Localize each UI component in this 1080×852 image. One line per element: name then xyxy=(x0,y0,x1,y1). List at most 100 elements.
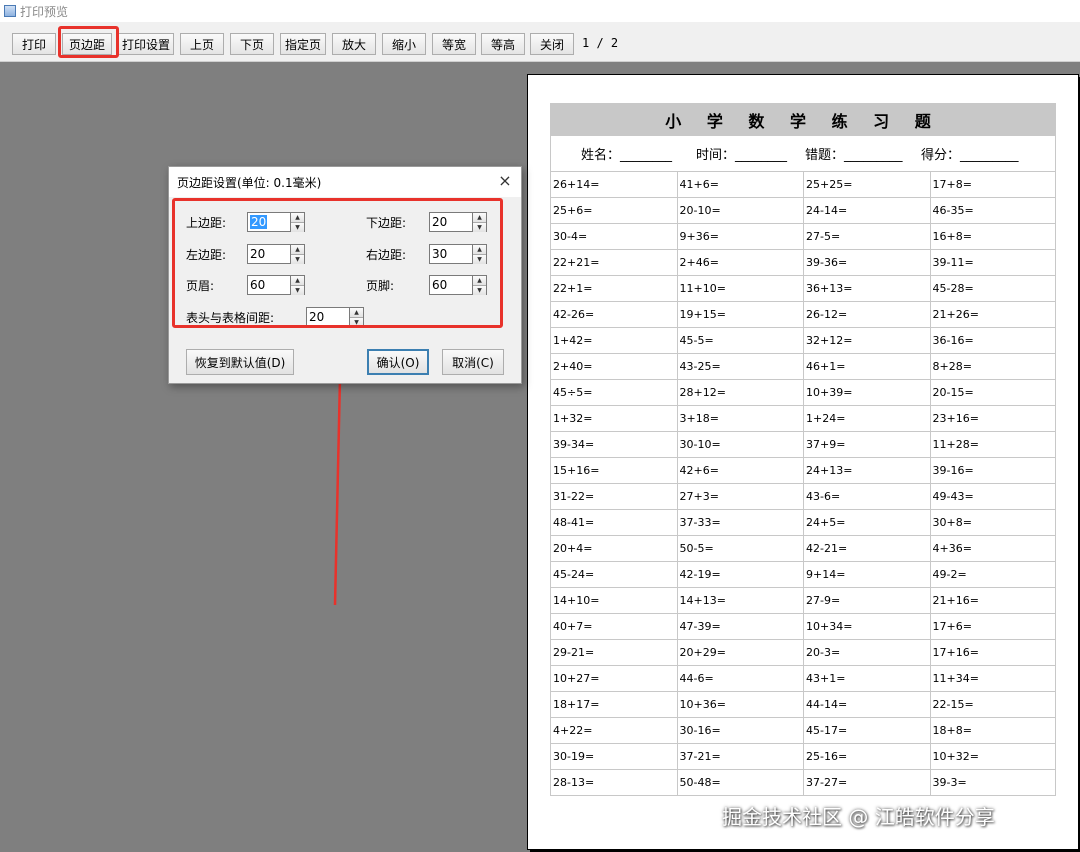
worksheet-row: 42-26= 19+15= 26-12= 21+26= xyxy=(550,302,1056,328)
worksheet-problem: 30-16= xyxy=(676,718,804,743)
goto-page-button[interactable]: 指定页 xyxy=(280,33,326,55)
worksheet-problem: 3+18= xyxy=(676,406,804,431)
worksheet-problem: 44-14= xyxy=(803,692,930,717)
worksheet-problem: 18+8= xyxy=(929,718,1056,743)
worksheet-info-row: 姓名：________ 时间：________ 错题：_________ 得分：… xyxy=(550,136,1056,171)
zoom-out-button[interactable]: 缩小 xyxy=(382,33,426,55)
worksheet-problem: 10+27= xyxy=(550,666,677,691)
worksheet-problem: 32+12= xyxy=(803,328,930,353)
worksheet-problem: 20-10= xyxy=(676,198,804,223)
worksheet-problem: 21+26= xyxy=(929,302,1056,327)
worksheet-problem: 30-4= xyxy=(550,224,677,249)
worksheet-row: 15+16= 42+6= 24+13= 39-16= xyxy=(550,458,1056,484)
worksheet-problem: 39-34= xyxy=(550,432,677,457)
worksheet-problem: 17+16= xyxy=(929,640,1056,665)
toolbar: 打印 页边距 打印设置 上页 下页 指定页 放大 缩小 等宽 等高 关闭 1 /… xyxy=(0,22,1080,62)
worksheet-problem: 19+15= xyxy=(676,302,804,327)
worksheet-problem: 30-10= xyxy=(676,432,804,457)
zoom-in-button[interactable]: 放大 xyxy=(332,33,376,55)
worksheet-row: 45÷5= 28+12= 10+39= 20-15= xyxy=(550,380,1056,406)
worksheet-problem: 1+42= xyxy=(550,328,677,353)
dialog-titlebar: 页边距设置(单位: 0.1毫米) × xyxy=(169,167,521,197)
worksheet-row: 18+17= 10+36= 44-14= 22-15= xyxy=(550,692,1056,718)
worksheet-problem: 37-27= xyxy=(803,770,930,795)
worksheet-problem: 10+32= xyxy=(929,744,1056,769)
close-icon[interactable]: × xyxy=(497,173,513,189)
worksheet-problem: 11+28= xyxy=(929,432,1056,457)
worksheet-problem: 9+14= xyxy=(803,562,930,587)
watermark-text: 掘金技术社区 @ 江皓软件分享 xyxy=(722,805,995,829)
worksheet-problem: 45-5= xyxy=(676,328,804,353)
worksheet-row: 31-22= 27+3= 43-6= 49-43= xyxy=(550,484,1056,510)
worksheet-problem: 50-48= xyxy=(676,770,804,795)
worksheet-problem: 46-35= xyxy=(929,198,1056,223)
worksheet-problem: 42-21= xyxy=(803,536,930,561)
worksheet-problem: 20-15= xyxy=(929,380,1056,405)
worksheet-problem: 45-28= xyxy=(929,276,1056,301)
worksheet-problem: 21+16= xyxy=(929,588,1056,613)
worksheet-row: 20+4= 50-5= 42-21= 4+36= xyxy=(550,536,1056,562)
worksheet-problem: 39-11= xyxy=(929,250,1056,275)
worksheet-problem: 37+9= xyxy=(803,432,930,457)
restore-defaults-button[interactable]: 恢复到默认值(D) xyxy=(186,349,294,375)
worksheet-row: 30-19= 37-21= 25-16= 10+32= xyxy=(550,744,1056,770)
worksheet-problem: 8+28= xyxy=(929,354,1056,379)
worksheet-problem: 1+32= xyxy=(550,406,677,431)
fit-width-button[interactable]: 等宽 xyxy=(432,33,476,55)
worksheet-problem: 30+8= xyxy=(929,510,1056,535)
ok-button[interactable]: 确认(O) xyxy=(367,349,429,375)
worksheet-row: 45-24= 42-19= 9+14= 49-2= xyxy=(550,562,1056,588)
dialog-title: 页边距设置(单位: 0.1毫米) xyxy=(177,175,322,190)
worksheet-problem: 39-16= xyxy=(929,458,1056,483)
worksheet-problem: 11+10= xyxy=(676,276,804,301)
worksheet-problem: 47-39= xyxy=(676,614,804,639)
worksheet-problem: 1+24= xyxy=(803,406,930,431)
print-settings-button[interactable]: 打印设置 xyxy=(118,33,174,55)
worksheet-problem: 2+46= xyxy=(676,250,804,275)
fit-height-button[interactable]: 等高 xyxy=(481,33,525,55)
worksheet-problem: 27-5= xyxy=(803,224,930,249)
worksheet-problem: 25+25= xyxy=(803,172,930,197)
prev-page-button[interactable]: 上页 xyxy=(180,33,224,55)
worksheet-problem: 27-9= xyxy=(803,588,930,613)
worksheet-problem: 14+13= xyxy=(676,588,804,613)
worksheet-row: 1+32= 3+18= 1+24= 23+16= xyxy=(550,406,1056,432)
highlight-margin-button xyxy=(58,26,119,58)
worksheet-problem: 28+12= xyxy=(676,380,804,405)
worksheet-row: 10+27= 44-6= 43+1= 11+34= xyxy=(550,666,1056,692)
worksheet-problem: 20+29= xyxy=(676,640,804,665)
worksheet-problem: 44-6= xyxy=(676,666,804,691)
worksheet-problem: 49-43= xyxy=(929,484,1056,509)
worksheet-row: 1+42= 45-5= 32+12= 36-16= xyxy=(550,328,1056,354)
worksheet-problem: 45÷5= xyxy=(550,380,677,405)
preview-page: 小 学 数 学 练 习 题 姓名：________ 时间：________ 错题… xyxy=(527,74,1079,850)
worksheet-problem: 22-15= xyxy=(929,692,1056,717)
worksheet-problem: 4+22= xyxy=(550,718,677,743)
worksheet-problem: 10+36= xyxy=(676,692,804,717)
worksheet-row: 22+21= 2+46= 39-36= 39-11= xyxy=(550,250,1056,276)
worksheet-problem: 42-26= xyxy=(550,302,677,327)
worksheet-problem: 45-24= xyxy=(550,562,677,587)
worksheet-problem: 30-19= xyxy=(550,744,677,769)
worksheet-problem: 10+34= xyxy=(803,614,930,639)
worksheet-problem: 23+16= xyxy=(929,406,1056,431)
worksheet-title: 小 学 数 学 练 习 题 xyxy=(550,103,1056,136)
worksheet-problem: 25+6= xyxy=(550,198,677,223)
worksheet-problem: 36+13= xyxy=(803,276,930,301)
worksheet-problem: 16+8= xyxy=(929,224,1056,249)
worksheet-problem: 17+8= xyxy=(929,172,1056,197)
worksheet-row: 2+40= 43-25= 46+1= 8+28= xyxy=(550,354,1056,380)
print-button[interactable]: 打印 xyxy=(12,33,56,55)
worksheet-row: 25+6= 20-10= 24-14= 46-35= xyxy=(550,198,1056,224)
cancel-button[interactable]: 取消(C) xyxy=(442,349,504,375)
worksheet-row: 30-4= 9+36= 27-5= 16+8= xyxy=(550,224,1056,250)
window-title: 打印预览 xyxy=(20,4,69,19)
worksheet-grid: 26+14= 41+6= 25+25= 17+8= 25+6= 20-10= 24-14= 4… xyxy=(550,171,1056,796)
worksheet-row: 28-13= 50-48= 37-27= 39-3= xyxy=(550,770,1056,796)
worksheet-problem: 15+16= xyxy=(550,458,677,483)
close-button[interactable]: 关闭 xyxy=(530,33,574,55)
score-field-label: 得分：_________ xyxy=(921,148,1019,163)
next-page-button[interactable]: 下页 xyxy=(230,33,274,55)
red-arrow-annotation xyxy=(333,364,347,606)
worksheet-problem: 17+6= xyxy=(929,614,1056,639)
